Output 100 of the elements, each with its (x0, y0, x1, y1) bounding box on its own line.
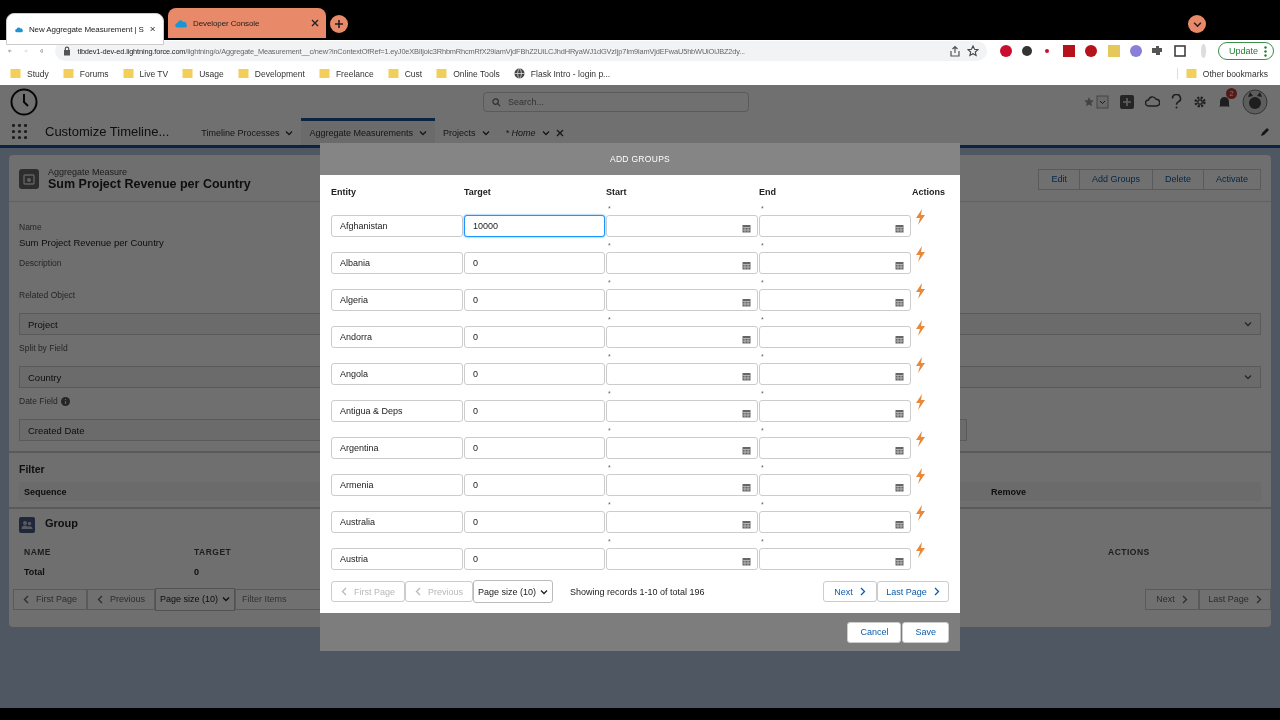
calendar-icon[interactable] (895, 557, 904, 566)
help-icon[interactable] (1171, 94, 1182, 109)
start-date-field[interactable] (606, 548, 758, 570)
target-field[interactable]: 0 (464, 289, 605, 311)
calendar-icon[interactable] (742, 483, 751, 492)
start-date-field[interactable] (606, 326, 758, 348)
end-date-field[interactable] (759, 548, 911, 570)
target-field[interactable]: 0 (464, 363, 605, 385)
calendar-icon[interactable] (895, 409, 904, 418)
entity-field[interactable]: Algeria (331, 289, 463, 311)
entity-field[interactable]: Afghanistan (331, 215, 463, 237)
calendar-icon[interactable] (742, 335, 751, 344)
close-icon[interactable] (149, 25, 155, 33)
calendar-icon[interactable] (895, 520, 904, 529)
end-date-field[interactable] (759, 252, 911, 274)
tab-search-icon[interactable] (1188, 15, 1206, 33)
start-date-field[interactable] (606, 363, 758, 385)
entity-field[interactable]: Australia (331, 511, 463, 533)
calendar-icon[interactable] (895, 261, 904, 270)
share-icon[interactable] (949, 45, 962, 57)
cloud-icon[interactable] (1145, 95, 1160, 108)
calendar-icon[interactable] (742, 520, 751, 529)
calendar-icon[interactable] (895, 298, 904, 307)
user-avatar-icon[interactable] (1242, 88, 1268, 115)
target-field[interactable]: 10000 (464, 215, 605, 237)
start-date-field[interactable] (606, 289, 758, 311)
bookmark-link[interactable]: Online Tools (436, 68, 500, 79)
start-date-field[interactable] (606, 252, 758, 274)
bookmark-link[interactable]: Freelance (318, 68, 374, 79)
browser-tab[interactable]: Developer Console (168, 8, 326, 38)
calendar-icon[interactable] (742, 224, 751, 233)
bookmark-link[interactable]: Forums (62, 68, 109, 79)
end-date-field[interactable] (759, 326, 911, 348)
settings-icon[interactable] (1193, 94, 1207, 109)
pager-forward-button[interactable]: Last Page (877, 581, 949, 602)
start-date-field[interactable] (606, 437, 758, 459)
lightning-icon[interactable] (915, 246, 926, 262)
new-tab-icon[interactable] (330, 15, 348, 33)
lightning-icon[interactable] (915, 468, 926, 484)
start-date-field[interactable] (606, 215, 758, 237)
target-field[interactable]: 0 (464, 400, 605, 422)
entity-field[interactable]: Austria (331, 548, 463, 570)
lightning-icon[interactable] (915, 357, 926, 373)
start-date-field[interactable] (606, 474, 758, 496)
start-date-field[interactable] (606, 511, 758, 533)
close-icon[interactable] (555, 129, 564, 137)
entity-field[interactable]: Argentina (331, 437, 463, 459)
lightning-icon[interactable] (915, 283, 926, 299)
lightning-icon[interactable] (915, 209, 926, 225)
lightning-icon[interactable] (915, 394, 926, 410)
target-field[interactable]: 0 (464, 548, 605, 570)
calendar-icon[interactable] (742, 446, 751, 455)
bookmark-link[interactable]: Live TV (122, 68, 169, 79)
entity-field[interactable]: Antigua & Deps (331, 400, 463, 422)
target-field[interactable]: 0 (464, 474, 605, 496)
calendar-icon[interactable] (742, 261, 751, 270)
lightning-icon[interactable] (915, 431, 926, 447)
favorites-icon[interactable] (1083, 94, 1109, 109)
bookmark-link[interactable]: Cust (387, 68, 423, 79)
bookmark-link[interactable]: Other bookmarks (1176, 68, 1268, 79)
lightning-icon[interactable] (915, 505, 926, 521)
lightning-icon[interactable] (915, 320, 926, 336)
add-icon[interactable] (1120, 94, 1134, 109)
end-date-field[interactable] (759, 215, 911, 237)
footer-button[interactable]: Cancel (847, 621, 902, 643)
star-icon[interactable] (967, 45, 980, 57)
end-date-field[interactable] (759, 400, 911, 422)
target-field[interactable]: 0 (464, 252, 605, 274)
start-date-field[interactable] (606, 400, 758, 422)
end-date-field[interactable] (759, 511, 911, 533)
pencil-icon[interactable] (1260, 126, 1270, 137)
end-date-field[interactable] (759, 363, 911, 385)
pager-forward-button[interactable]: Next (823, 581, 877, 602)
calendar-icon[interactable] (895, 372, 904, 381)
info-icon[interactable] (60, 396, 70, 406)
target-field[interactable]: 0 (464, 437, 605, 459)
target-field[interactable]: 0 (464, 511, 605, 533)
bookmark-link[interactable]: Development (237, 68, 305, 79)
calendar-icon[interactable] (895, 483, 904, 492)
update-button[interactable]: Update (1217, 42, 1274, 60)
end-date-field[interactable] (759, 289, 911, 311)
target-field[interactable]: 0 (464, 326, 605, 348)
calendar-icon[interactable] (895, 335, 904, 344)
entity-field[interactable]: Angola (331, 363, 463, 385)
nav-tab[interactable]: * Home (497, 118, 572, 145)
entity-field[interactable]: Albania (331, 252, 463, 274)
bookmark-link[interactable]: Study (10, 68, 49, 79)
browser-tab[interactable]: New Aggregate Measurement | S (6, 13, 164, 45)
calendar-icon[interactable] (742, 557, 751, 566)
calendar-icon[interactable] (895, 224, 904, 233)
entity-field[interactable]: Andorra (331, 326, 463, 348)
calendar-icon[interactable] (742, 372, 751, 381)
bell-icon[interactable] (1218, 94, 1231, 109)
app-launcher-icon[interactable] (12, 124, 27, 139)
calendar-icon[interactable] (742, 409, 751, 418)
bookmark-link[interactable]: Usage (182, 68, 224, 79)
nav-tab[interactable]: Timeline Processes (193, 118, 302, 145)
close-icon[interactable] (311, 19, 319, 27)
calendar-icon[interactable] (742, 298, 751, 307)
calendar-icon[interactable] (895, 446, 904, 455)
